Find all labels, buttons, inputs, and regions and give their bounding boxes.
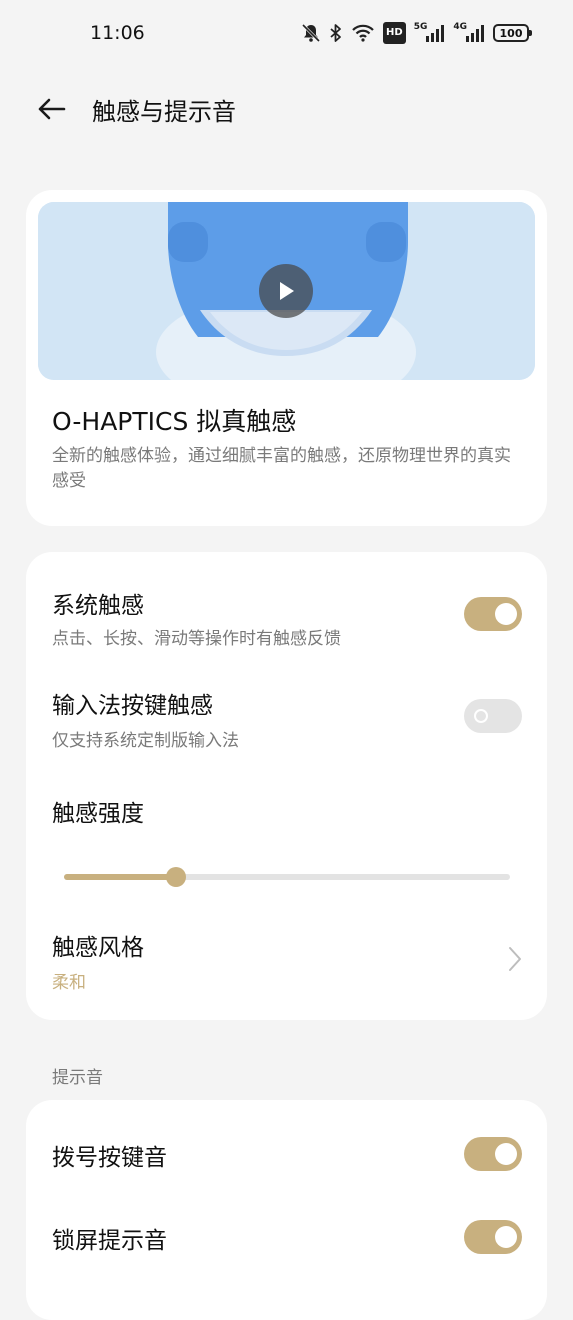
keyboard-haptics-subtitle: 仅支持系统定制版输入法 — [52, 731, 239, 751]
haptics-intensity-slider[interactable] — [64, 867, 510, 887]
feature-description: 全新的触感体验，通过细腻丰富的触感，还原物理世界的真实感受 — [52, 446, 511, 491]
sounds-card: 拨号按键音 锁屏提示音 — [26, 1100, 547, 1320]
feature-video[interactable] — [38, 202, 535, 380]
slider-fill — [64, 874, 176, 880]
sounds-section-label: 提示音 — [52, 1068, 103, 1088]
page-title: 触感与提示音 — [92, 98, 236, 126]
toggle-knob — [495, 1143, 517, 1165]
lock-sound-title: 锁屏提示音 — [52, 1228, 167, 1254]
haptics-style-title: 触感风格 — [52, 935, 144, 961]
lock-sound-toggle[interactable] — [464, 1220, 522, 1254]
haptics-style-value: 柔和 — [52, 973, 86, 993]
back-button[interactable] — [34, 92, 68, 126]
dial-tone-toggle[interactable] — [464, 1137, 522, 1171]
bluetooth-icon — [329, 22, 343, 44]
signal-5g-icon: 5G — [414, 22, 446, 44]
chevron-right-icon[interactable] — [505, 944, 525, 974]
slider-thumb[interactable] — [165, 867, 186, 887]
keyboard-haptics-title: 输入法按键触感 — [52, 693, 213, 719]
system-haptics-subtitle: 点击、长按、滑动等操作时有触感反馈 — [52, 629, 341, 649]
arrow-left-icon — [38, 98, 66, 120]
dial-tone-title: 拨号按键音 — [52, 1145, 167, 1171]
status-icons: HD 5G 4G 100 — [301, 20, 532, 46]
mute-bell-icon — [301, 22, 321, 44]
net-5g-label: 5G — [413, 22, 428, 32]
battery-icon: 100 — [493, 24, 532, 42]
system-haptics-title: 系统触感 — [52, 593, 144, 619]
play-button[interactable] — [259, 264, 313, 318]
hd-icon: HD — [383, 22, 406, 44]
haptics-feature-card: O-HAPTICS 拟真触感 全新的触感体验，通过细腻丰富的触感，还原物理世界的… — [26, 190, 547, 526]
system-haptics-toggle[interactable] — [464, 597, 522, 631]
toggle-knob — [474, 709, 488, 723]
toggle-knob — [495, 1226, 517, 1248]
keyboard-haptics-toggle[interactable] — [464, 699, 522, 733]
haptics-settings-card: 系统触感 点击、长按、滑动等操作时有触感反馈 输入法按键触感 仅支持系统定制版输… — [26, 552, 547, 1020]
feature-title: O-HAPTICS 拟真触感 — [52, 407, 297, 436]
haptics-intensity-title: 触感强度 — [52, 801, 144, 827]
status-time: 11:06 — [90, 22, 145, 44]
toggle-knob — [495, 603, 517, 625]
net-4g-label: 4G — [453, 22, 467, 32]
signal-4g-icon: 4G — [453, 22, 485, 44]
app-header: 触感与提示音 — [0, 76, 573, 140]
status-bar: 11:06 HD 5G 4G 100 — [0, 0, 573, 66]
play-icon — [280, 282, 294, 300]
wifi-icon — [351, 22, 375, 44]
